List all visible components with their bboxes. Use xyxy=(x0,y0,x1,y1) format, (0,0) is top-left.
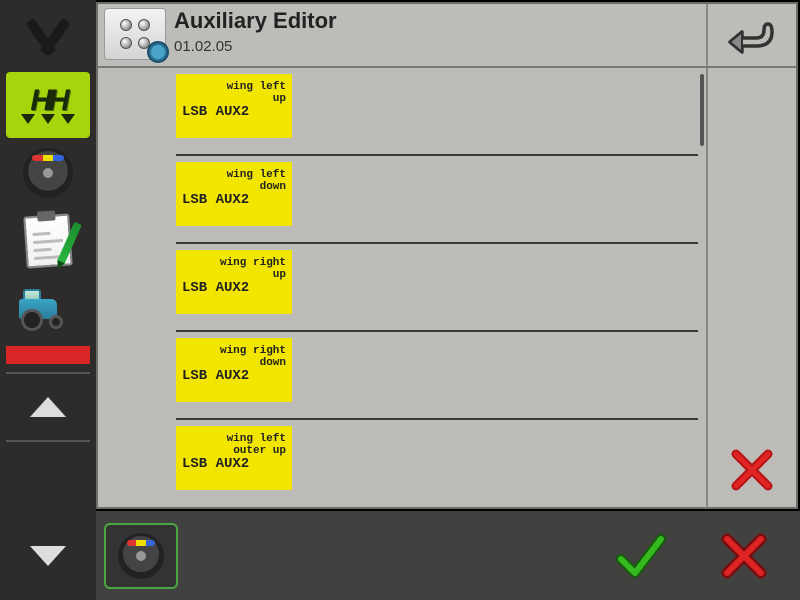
cancel-button[interactable] xyxy=(696,523,792,589)
gear-icon xyxy=(147,41,169,63)
aux-source-label: LSB AUX2 xyxy=(182,104,249,120)
aux-source-label: LSB AUX2 xyxy=(182,192,249,208)
sidebar-item-jobs[interactable] xyxy=(6,208,90,274)
aux-function-label: wing left down xyxy=(227,170,286,193)
aux-function-label: wing right down xyxy=(220,346,286,369)
chevron-up-icon xyxy=(30,397,66,417)
aux-source-label: LSB AUX2 xyxy=(182,368,249,384)
sidebar-alert-indicator[interactable] xyxy=(6,346,90,364)
sidebar-item-tractor[interactable] xyxy=(6,276,90,342)
confirm-button[interactable] xyxy=(592,523,688,589)
sidebar-bottom xyxy=(0,511,96,600)
tractor-icon xyxy=(19,289,77,329)
tools-icon xyxy=(26,15,70,59)
page-title: Auxiliary Editor xyxy=(174,8,337,34)
sidebar-divider xyxy=(6,440,90,442)
aux-function-label: wing right up xyxy=(220,258,286,281)
footer-bar xyxy=(96,511,800,600)
delete-button[interactable] xyxy=(720,444,784,496)
aux-assignment-list: wing left up LSB AUX2 wing left down LSB… xyxy=(98,68,706,508)
clipboard-icon xyxy=(23,213,73,268)
scrollbar-thumb[interactable] xyxy=(700,74,704,146)
panel-action-column xyxy=(706,68,796,508)
main-panel: Auxiliary Editor 01.02.05 wing left up L… xyxy=(96,2,798,509)
left-sidebar: HH xyxy=(0,0,96,511)
aux-source-label: LSB AUX2 xyxy=(182,280,249,296)
aux-tag: wing right down LSB AUX2 xyxy=(176,338,292,402)
aux-tag: wing right up LSB AUX2 xyxy=(176,250,292,314)
sidebar-item-tools[interactable] xyxy=(6,4,90,70)
auxiliary-editor-icon xyxy=(104,8,166,60)
panel-header: Auxiliary Editor 01.02.05 xyxy=(98,4,796,68)
steering-wheel-icon xyxy=(118,533,164,579)
bottom-bar xyxy=(0,511,800,600)
aux-function-label: wing left outer up xyxy=(227,434,286,457)
sidebar-item-implement[interactable]: HH xyxy=(6,72,90,138)
aux-tag: wing left down LSB AUX2 xyxy=(176,162,292,226)
sidebar-scroll-up[interactable] xyxy=(6,382,90,432)
list-item[interactable]: wing right up LSB AUX2 xyxy=(176,250,698,332)
chevron-down-icon xyxy=(30,546,66,566)
list-item[interactable]: wing left up LSB AUX2 xyxy=(176,74,698,156)
footer-guidance-button[interactable] xyxy=(104,523,178,589)
sidebar-divider xyxy=(6,372,90,374)
aux-function-label: wing left up xyxy=(227,82,286,105)
sidebar-scroll-down[interactable] xyxy=(6,531,90,581)
steering-wheel-icon xyxy=(23,148,73,198)
x-icon xyxy=(717,529,771,583)
list-item[interactable]: wing left down LSB AUX2 xyxy=(176,162,698,244)
back-button[interactable] xyxy=(706,4,796,66)
back-icon xyxy=(728,16,776,54)
list-item[interactable]: wing left outer up LSB AUX2 xyxy=(176,426,698,508)
version-label: 01.02.05 xyxy=(174,38,337,55)
checkmark-icon xyxy=(613,529,667,583)
x-icon xyxy=(730,448,774,492)
implement-icon: HH xyxy=(18,82,78,128)
aux-tag: wing left outer up LSB AUX2 xyxy=(176,426,292,490)
aux-tag: wing left up LSB AUX2 xyxy=(176,74,292,138)
sidebar-item-guidance[interactable] xyxy=(6,140,90,206)
aux-source-label: LSB AUX2 xyxy=(182,456,249,472)
list-item[interactable]: wing right down LSB AUX2 xyxy=(176,338,698,420)
